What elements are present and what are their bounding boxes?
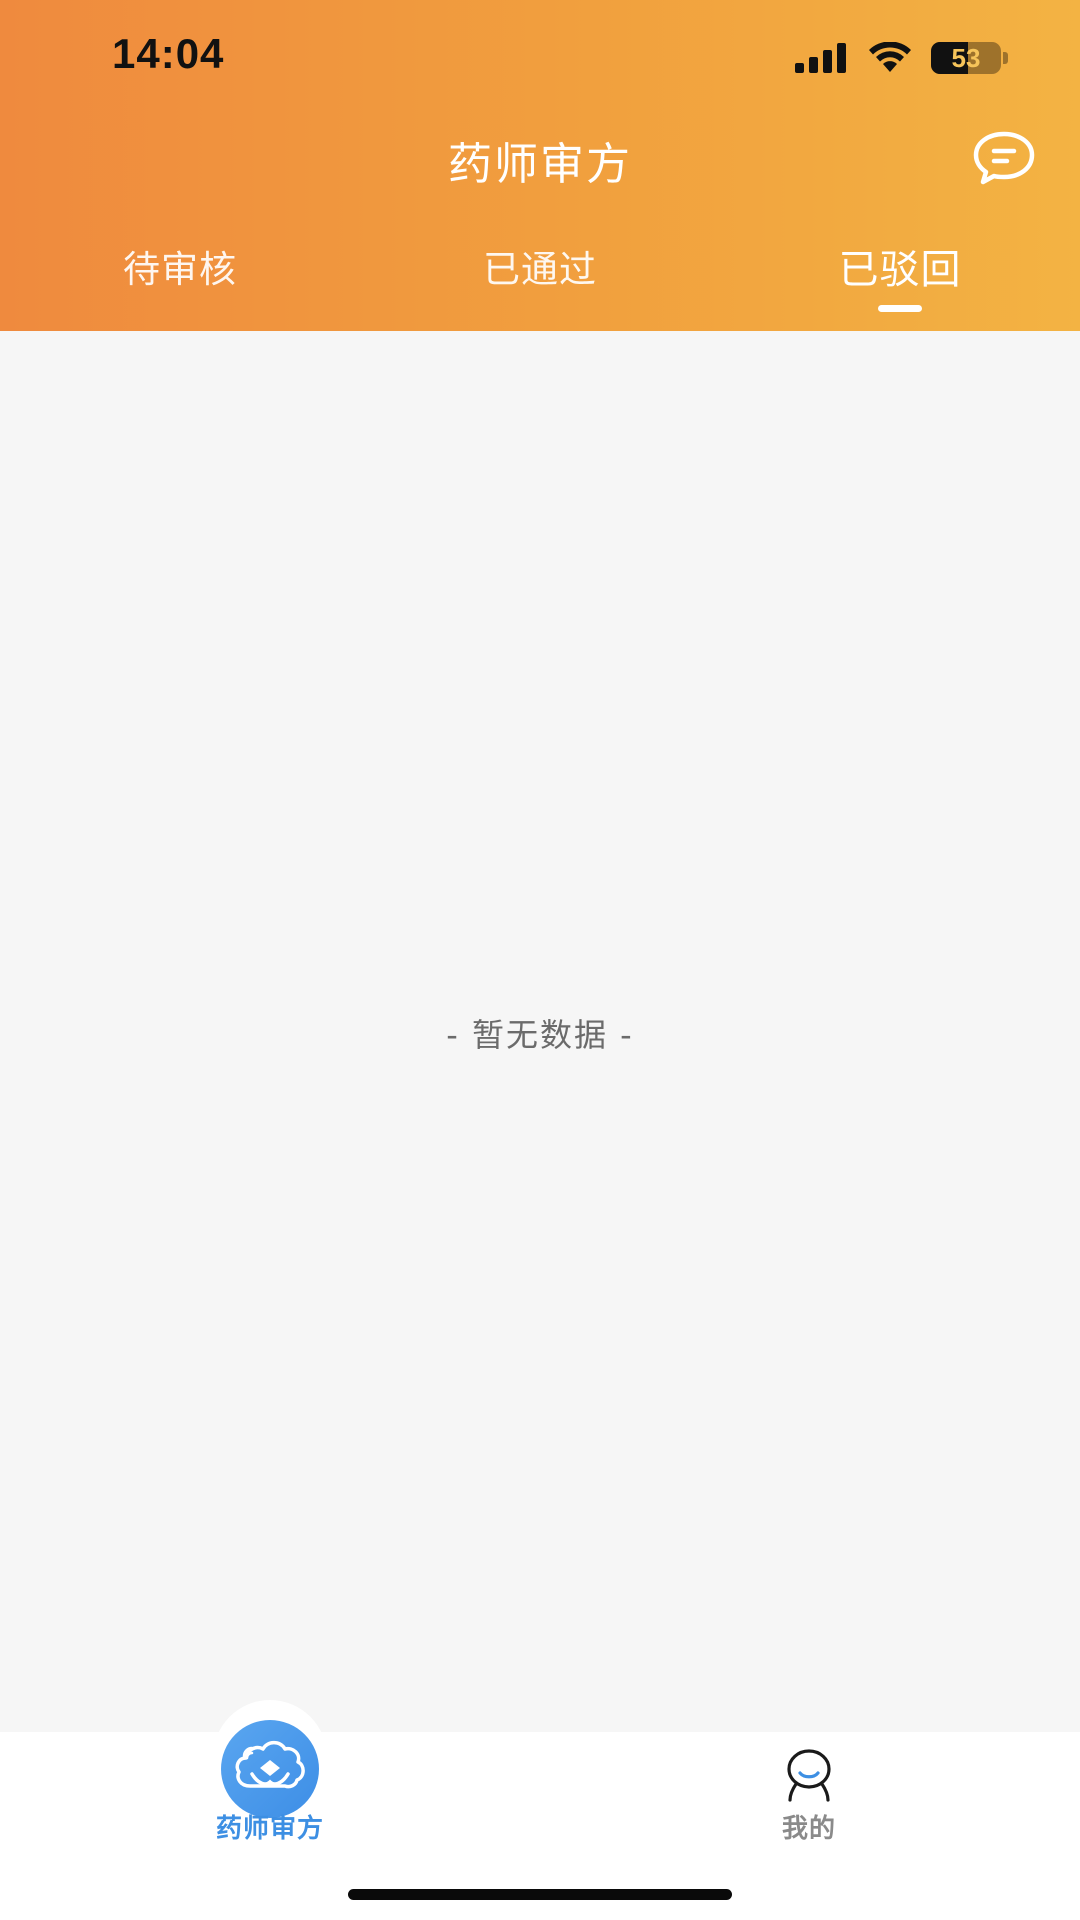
battery-level: 53 — [951, 42, 981, 73]
home-indicator[interactable] — [348, 1889, 732, 1900]
tabbar-item-pharmacist-review[interactable] — [221, 1720, 319, 1818]
status-bar: 14:04 53 — [0, 0, 1080, 110]
header: 14:04 53 药师审方 待审核 已通过 已驳回 — [0, 0, 1080, 331]
battery-icon: 53 — [931, 42, 1008, 74]
tab-approved[interactable]: 已通过 — [360, 240, 720, 320]
tabbar-item-mine[interactable] — [782, 1748, 836, 1802]
battery-tip — [1003, 52, 1008, 64]
tabbar-label-pharmacist-review[interactable]: 药师审方 — [170, 1808, 370, 1845]
signal-icon — [795, 43, 846, 73]
app-screen: 14:04 53 药师审方 待审核 已通过 已驳回 - 暂无数据 - 药师审方 … — [0, 0, 1080, 1920]
review-tabs: 待审核 已通过 已驳回 — [0, 240, 1080, 320]
active-tab-indicator — [878, 305, 922, 312]
status-time: 14:04 — [112, 30, 225, 77]
tab-pending[interactable]: 待审核 — [0, 240, 360, 320]
message-icon — [973, 131, 1035, 185]
tab-rejected[interactable]: 已驳回 — [720, 240, 1080, 320]
status-icons: 53 — [795, 42, 1008, 74]
tab-label: 已驳回 — [838, 247, 962, 293]
profile-icon — [787, 1749, 831, 1802]
pharmacist-review-icon — [235, 1740, 305, 1789]
tab-label: 已通过 — [483, 248, 597, 291]
empty-state-text: - 暂无数据 - — [446, 1016, 634, 1054]
wifi-icon — [869, 42, 911, 72]
battery-body: 53 — [931, 42, 1001, 74]
tab-label: 待审核 — [123, 248, 237, 291]
message-button[interactable] — [972, 130, 1036, 186]
page-title: 药师审方 — [448, 139, 632, 190]
tabbar-label-mine[interactable]: 我的 — [709, 1808, 909, 1845]
